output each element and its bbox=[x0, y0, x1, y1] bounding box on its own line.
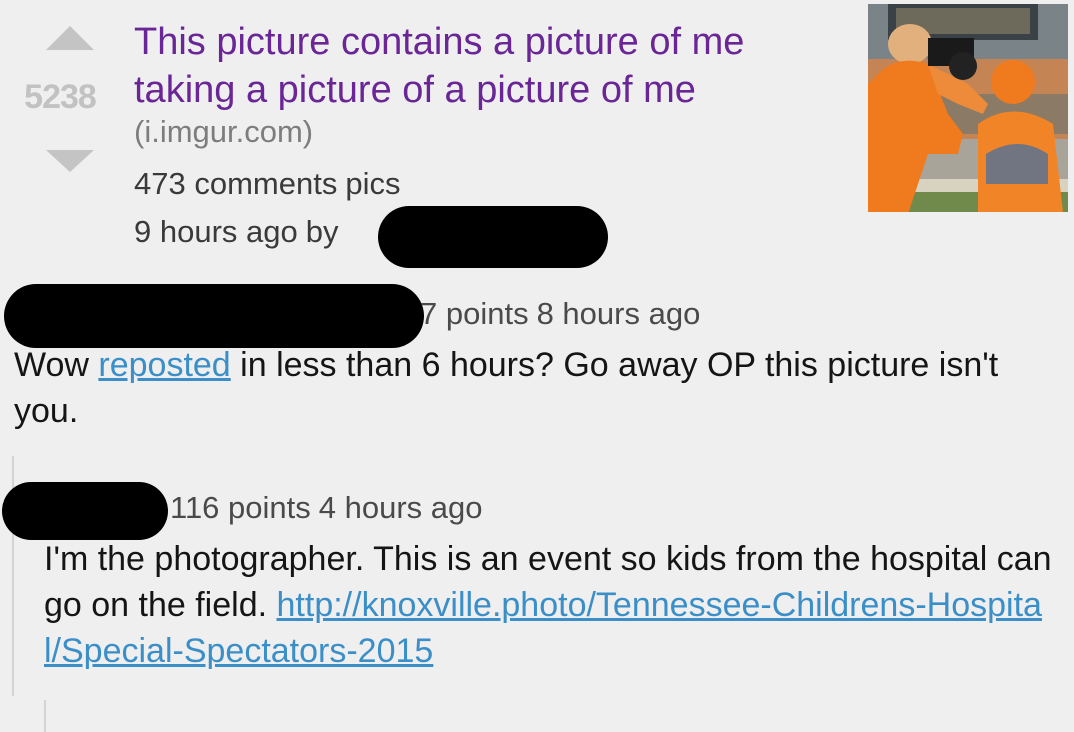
stadium-photo-image bbox=[868, 4, 1068, 212]
redacted-commenter-name bbox=[4, 284, 424, 348]
post-by-label: by bbox=[305, 214, 339, 249]
redacted-commenter-name bbox=[2, 482, 168, 540]
reply-comment: 116 points 4 hours ago I'm the photograph… bbox=[0, 476, 1074, 676]
downvote-arrow-icon[interactable] bbox=[46, 150, 94, 172]
vote-column: 5238 bbox=[10, 26, 110, 176]
post-age: 9 hours ago bbox=[134, 214, 298, 249]
comment-meta: 7 points 8 hours ago bbox=[420, 296, 708, 332]
comment: 7 points 8 hours ago Wow reposted in less… bbox=[0, 282, 1074, 442]
comment-age: 8 hours ago bbox=[536, 296, 701, 331]
comment-points: 7 points bbox=[420, 296, 529, 331]
subreddit-link[interactable]: pics bbox=[345, 166, 400, 201]
comment-points: 116 points bbox=[170, 490, 311, 525]
comment-meta: 116 points 4 hours ago bbox=[170, 490, 491, 526]
comments-link[interactable]: 473 comments bbox=[134, 166, 337, 201]
post-meta-line: 473 comments pics bbox=[134, 166, 408, 202]
comment-age: 4 hours ago bbox=[318, 490, 483, 525]
thread-indent-line bbox=[44, 700, 46, 732]
post-entry: 5238 This picture contains a picture of … bbox=[0, 0, 1074, 270]
post-score: 5238 bbox=[24, 78, 97, 116]
post-title[interactable]: This picture contains a picture of me ta… bbox=[134, 18, 854, 114]
comment-body: Wow reposted in less than 6 hours? Go aw… bbox=[14, 342, 1054, 434]
redacted-post-author bbox=[378, 206, 608, 268]
comment-body: I'm the photographer. This is an event s… bbox=[44, 536, 1054, 674]
reposted-link[interactable]: reposted bbox=[98, 346, 230, 384]
post-thumbnail[interactable] bbox=[868, 4, 1068, 212]
comment-text: Wow bbox=[14, 346, 99, 384]
post-meta-time: 9 hours ago by bbox=[134, 214, 346, 250]
post-domain[interactable]: (i.imgur.com) bbox=[134, 114, 313, 150]
upvote-arrow-icon[interactable] bbox=[46, 26, 94, 50]
